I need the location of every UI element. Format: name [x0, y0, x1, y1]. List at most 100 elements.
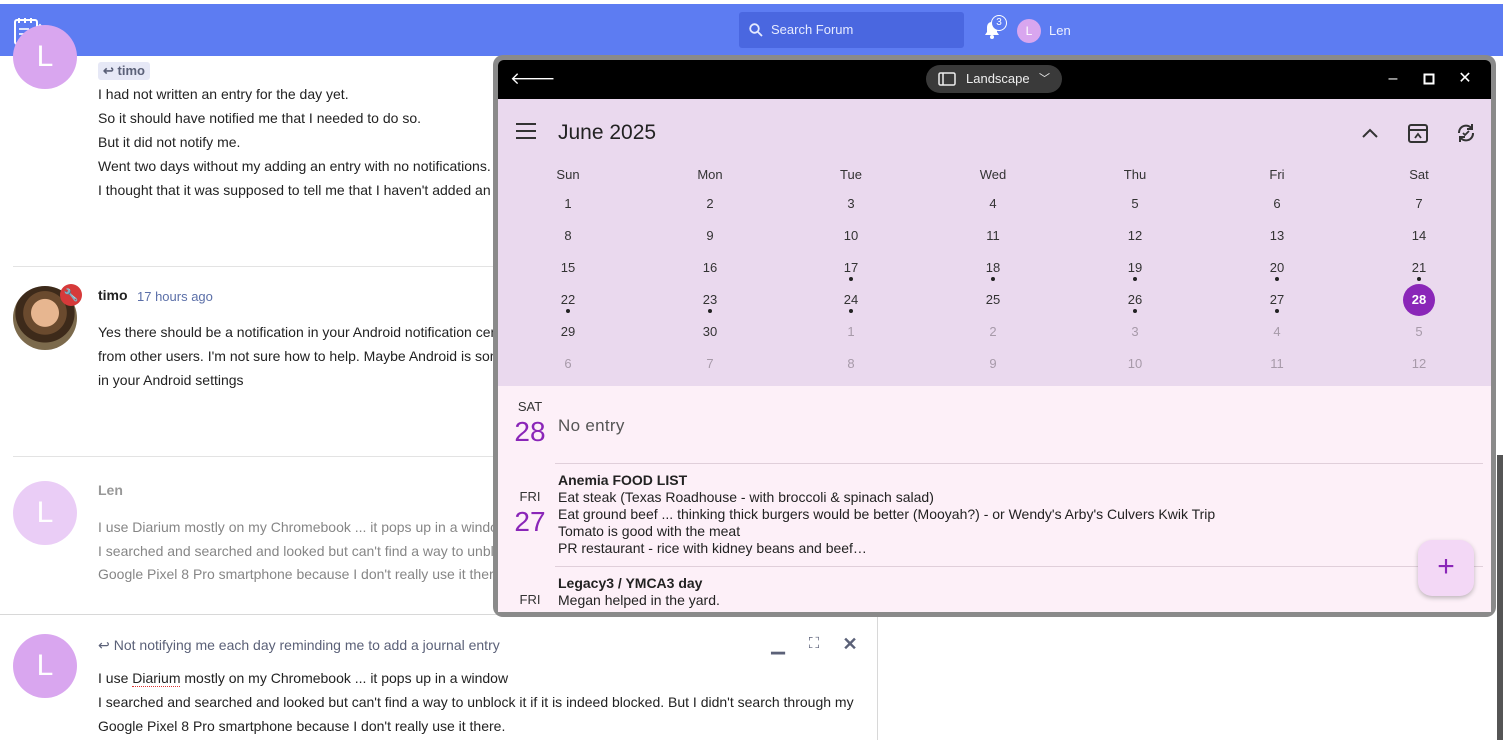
entry-indicator-dot [1275, 277, 1279, 281]
calendar-day[interactable]: 20 [1257, 260, 1297, 275]
weekday-header: Sun [556, 167, 580, 182]
calendar-day[interactable]: 1 [831, 324, 871, 339]
composer-avatar: L [13, 634, 77, 698]
calendar-day[interactable]: 8 [831, 356, 871, 371]
calendar-day[interactable]: 14 [1399, 228, 1439, 243]
composer-line: I searched and searched and looked but c… [98, 694, 854, 710]
entry-indicator-dot [849, 309, 853, 313]
calendar-day[interactable]: 3 [831, 196, 871, 211]
calendar-day[interactable]: 7 [690, 356, 730, 371]
entry-line: Tomato is good with the meat [558, 523, 741, 539]
calendar-day[interactable]: 9 [973, 356, 1013, 371]
entry-list: SAT 28 No entry FRI 27 Anemia FOOD LIST … [498, 386, 1491, 612]
post-author-avatar[interactable]: L [13, 25, 77, 89]
calendar-day[interactable]: 4 [973, 196, 1013, 211]
calendar-day[interactable]: 4 [1257, 324, 1297, 339]
entry-separator [555, 463, 1483, 464]
user-name[interactable]: Len [1049, 23, 1071, 38]
calendar-day[interactable]: 25 [973, 292, 1013, 307]
entry-line: PR restaurant - rice with kidney beans a… [558, 540, 867, 556]
entry-weekday: SAT [517, 399, 543, 414]
calendar-day[interactable]: 11 [1257, 356, 1297, 371]
calendar-day[interactable]: 8 [548, 228, 588, 243]
user-avatar[interactable]: L [1017, 19, 1041, 43]
entry-weekday: FRI [519, 489, 541, 504]
close-window-button[interactable]: ✕ [1455, 69, 1475, 89]
calendar-day[interactable]: 2 [973, 324, 1013, 339]
post-line: Went two days without my adding an entry… [98, 158, 491, 174]
post-divider [13, 266, 503, 267]
post-timestamp[interactable]: 17 hours ago [137, 289, 213, 304]
calendar-day[interactable]: 27 [1257, 292, 1297, 307]
notification-count-badge: 3 [991, 15, 1007, 31]
page-scrollbar[interactable] [1497, 455, 1503, 740]
month-title[interactable]: June 2025 [558, 121, 656, 145]
weekday-header: Tue [840, 167, 862, 182]
calendar-day[interactable]: 30 [690, 324, 730, 339]
fullscreen-composer-button[interactable]: ⛶ [805, 635, 823, 653]
jump-to-today-icon[interactable] [1406, 121, 1430, 145]
entry-indicator-dot [849, 277, 853, 281]
post-line: So it should have notified me that I nee… [98, 110, 421, 126]
calendar-day[interactable]: 6 [548, 356, 588, 371]
calendar-day[interactable]: 7 [1399, 196, 1439, 211]
calendar-day[interactable]: 9 [690, 228, 730, 243]
post-line: in your Android settings [98, 372, 244, 388]
post-line: Yes there should be a notification in yo… [98, 324, 499, 340]
calendar-day[interactable]: 6 [1257, 196, 1297, 211]
calendar-day[interactable]: 23 [690, 292, 730, 307]
calendar-day[interactable]: 22 [548, 292, 588, 307]
calendar-day[interactable]: 21 [1399, 260, 1439, 275]
calendar-day[interactable]: 29 [548, 324, 588, 339]
calendar-day-today[interactable]: 28 [1403, 284, 1435, 316]
calendar-day[interactable]: 5 [1399, 324, 1439, 339]
calendar-day[interactable]: 26 [1115, 292, 1155, 307]
calendar-day[interactable]: 5 [1115, 196, 1155, 211]
add-entry-button[interactable]: + [1418, 540, 1474, 596]
calendar-day[interactable]: 15 [548, 260, 588, 275]
calendar-day[interactable]: 13 [1257, 228, 1297, 243]
orientation-dropdown[interactable]: Landscape ﹀ [926, 65, 1062, 93]
calendar-day[interactable]: 24 [831, 292, 871, 307]
calendar-day[interactable]: 16 [690, 260, 730, 275]
calendar-day[interactable]: 12 [1399, 356, 1439, 371]
post-author-name[interactable]: Len [98, 482, 123, 498]
sync-icon[interactable] [1454, 121, 1478, 145]
composer-topic-title[interactable]: ↩ Not notifying me each day reminding me … [98, 637, 500, 654]
search-placeholder: Search Forum [771, 22, 854, 37]
calendar-day[interactable]: 2 [690, 196, 730, 211]
search-input[interactable]: Search Forum [739, 12, 964, 48]
calendar-day[interactable]: 1 [548, 196, 588, 211]
post-line: I had not written an entry for the day y… [98, 86, 349, 102]
post-line: I searched and searched and looked but c… [98, 543, 502, 559]
entry-title: Legacy3 / YMCA3 day [558, 575, 703, 591]
calendar-day[interactable]: 11 [973, 228, 1013, 243]
misspelled-word: Diarium [132, 670, 181, 687]
entry-indicator-dot [566, 309, 570, 313]
collapse-chevron-up-icon[interactable] [1358, 121, 1382, 145]
post-author-name[interactable]: timo [98, 287, 128, 303]
no-entry-label[interactable]: No entry [558, 416, 625, 436]
maximize-window-button[interactable] [1419, 69, 1439, 89]
minimize-window-button[interactable]: – [1383, 69, 1403, 89]
entry-separator [555, 566, 1483, 567]
back-arrow-icon[interactable]: 🡐 [510, 70, 556, 88]
calendar-day[interactable]: 3 [1115, 324, 1155, 339]
hamburger-menu-icon[interactable] [516, 123, 536, 139]
minimize-composer-button[interactable]: ▁ [769, 635, 787, 653]
post-author-avatar[interactable]: L [13, 481, 77, 545]
calendar-day[interactable]: 12 [1115, 228, 1155, 243]
calendar-day[interactable]: 17 [831, 260, 871, 275]
close-composer-button[interactable]: ✕ [841, 635, 859, 653]
composer-line: I use Diarium mostly on my Chromebook ..… [98, 670, 509, 687]
composer-text[interactable]: I use Diarium mostly on my Chromebook ..… [98, 666, 854, 738]
entry-date: 28 [514, 416, 546, 447]
reply-composer[interactable]: L ↩ Not notifying me each day reminding m… [0, 614, 878, 740]
calendar-day[interactable]: 19 [1115, 260, 1155, 275]
post-line: I thought that it was supposed to tell m… [98, 182, 503, 198]
calendar-day[interactable]: 10 [831, 228, 871, 243]
reply-to-chip[interactable]: ↩ timo [98, 62, 150, 80]
calendar-day[interactable]: 18 [973, 260, 1013, 275]
calendar-day[interactable]: 10 [1115, 356, 1155, 371]
page: Search Forum 3 L Len L ↩ timo I had not … [0, 0, 1503, 740]
